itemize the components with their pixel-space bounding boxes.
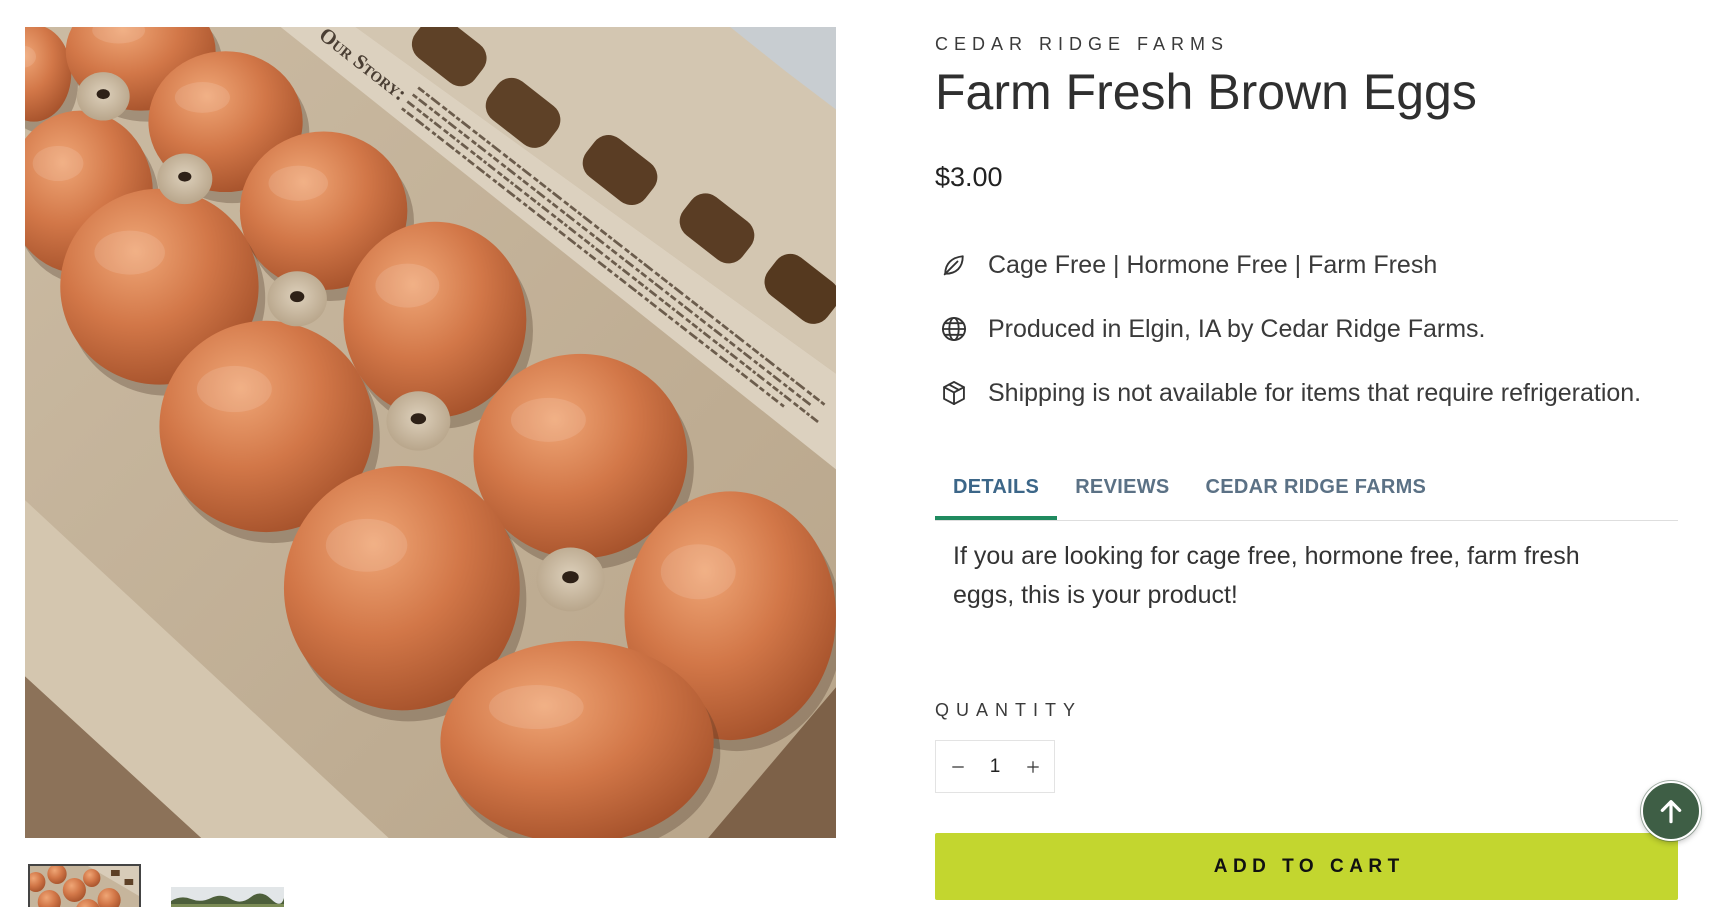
tab-vendor[interactable]: CEDAR RIDGE FARMS xyxy=(1188,467,1445,520)
egg xyxy=(473,353,688,559)
tab-details[interactable]: DETAILS xyxy=(935,467,1058,520)
leaf-icon xyxy=(940,251,968,279)
egg-highlight xyxy=(174,82,230,113)
minus-icon xyxy=(951,765,964,768)
product-features: Cage Free | Hormone Free | Farm Fresh Pr… xyxy=(935,249,1678,441)
thumbnail-image-eggs xyxy=(30,866,139,907)
vendor-name: CEDAR RIDGE FARMS xyxy=(935,34,1230,54)
gallery-thumbnail[interactable] xyxy=(171,887,284,907)
globe-icon xyxy=(940,315,968,343)
feature-text: Cage Free | Hormone Free | Farm Fresh xyxy=(988,251,1438,279)
product-image[interactable]: Our Story: xyxy=(25,27,836,838)
plus-icon xyxy=(1026,760,1039,773)
details-description: If you are looking for cage free, hormon… xyxy=(953,542,1580,609)
egg-highlight xyxy=(94,230,165,275)
quantity-label: QUANTITY xyxy=(935,700,1083,720)
feature-row: Produced in Elgin, IA by Cedar Ridge Far… xyxy=(935,313,1678,345)
thumbnail-egg xyxy=(62,878,86,902)
quantity-stepper xyxy=(935,740,1055,793)
increase-quantity-button[interactable] xyxy=(1011,741,1054,792)
feature-row: Cage Free | Hormone Free | Farm Fresh xyxy=(935,249,1678,281)
box-icon xyxy=(940,379,968,407)
carton-post-hole xyxy=(96,89,110,100)
tab-reviews[interactable]: REVIEWS xyxy=(1057,467,1187,520)
decrease-quantity-button[interactable] xyxy=(936,741,979,792)
back-to-top-button[interactable] xyxy=(1641,781,1701,841)
egg-highlight xyxy=(660,544,736,600)
quantity-input[interactable] xyxy=(979,741,1011,792)
egg-highlight xyxy=(325,518,408,572)
carton-post-hole xyxy=(562,571,579,584)
thumbnail-lid-hole xyxy=(124,879,134,885)
carton-post-hole xyxy=(410,413,427,425)
thumbnail-egg xyxy=(83,869,101,887)
arrow-up-icon xyxy=(1660,800,1682,824)
feature-text: Shipping is not available for items that… xyxy=(988,379,1642,407)
feature-row: Shipping is not available for items that… xyxy=(935,377,1678,409)
egg xyxy=(343,221,527,418)
carton-post-hole xyxy=(290,291,305,303)
egg-highlight xyxy=(488,685,584,730)
gallery-thumbnail[interactable] xyxy=(28,864,141,907)
egg-highlight xyxy=(268,165,329,201)
product-price: $3.00 xyxy=(935,162,1003,192)
product-tabs: DETAILS REVIEWS CEDAR RIDGE FARMS xyxy=(935,467,1678,521)
egg-highlight xyxy=(375,263,440,308)
egg-highlight xyxy=(32,145,84,182)
egg xyxy=(440,641,714,838)
egg-carton-photo: Our Story: xyxy=(25,27,836,838)
product-title: Farm Fresh Brown Eggs xyxy=(935,64,1477,120)
thumbnail-lid-hole xyxy=(111,870,120,876)
feature-text: Produced in Elgin, IA by Cedar Ridge Far… xyxy=(988,315,1486,343)
carton-post-hole xyxy=(178,171,192,182)
egg-highlight xyxy=(196,365,272,413)
thumbnail-image-farm xyxy=(171,887,284,907)
add-to-cart-button[interactable]: ADD TO CART xyxy=(935,833,1678,900)
egg-highlight xyxy=(510,397,586,442)
